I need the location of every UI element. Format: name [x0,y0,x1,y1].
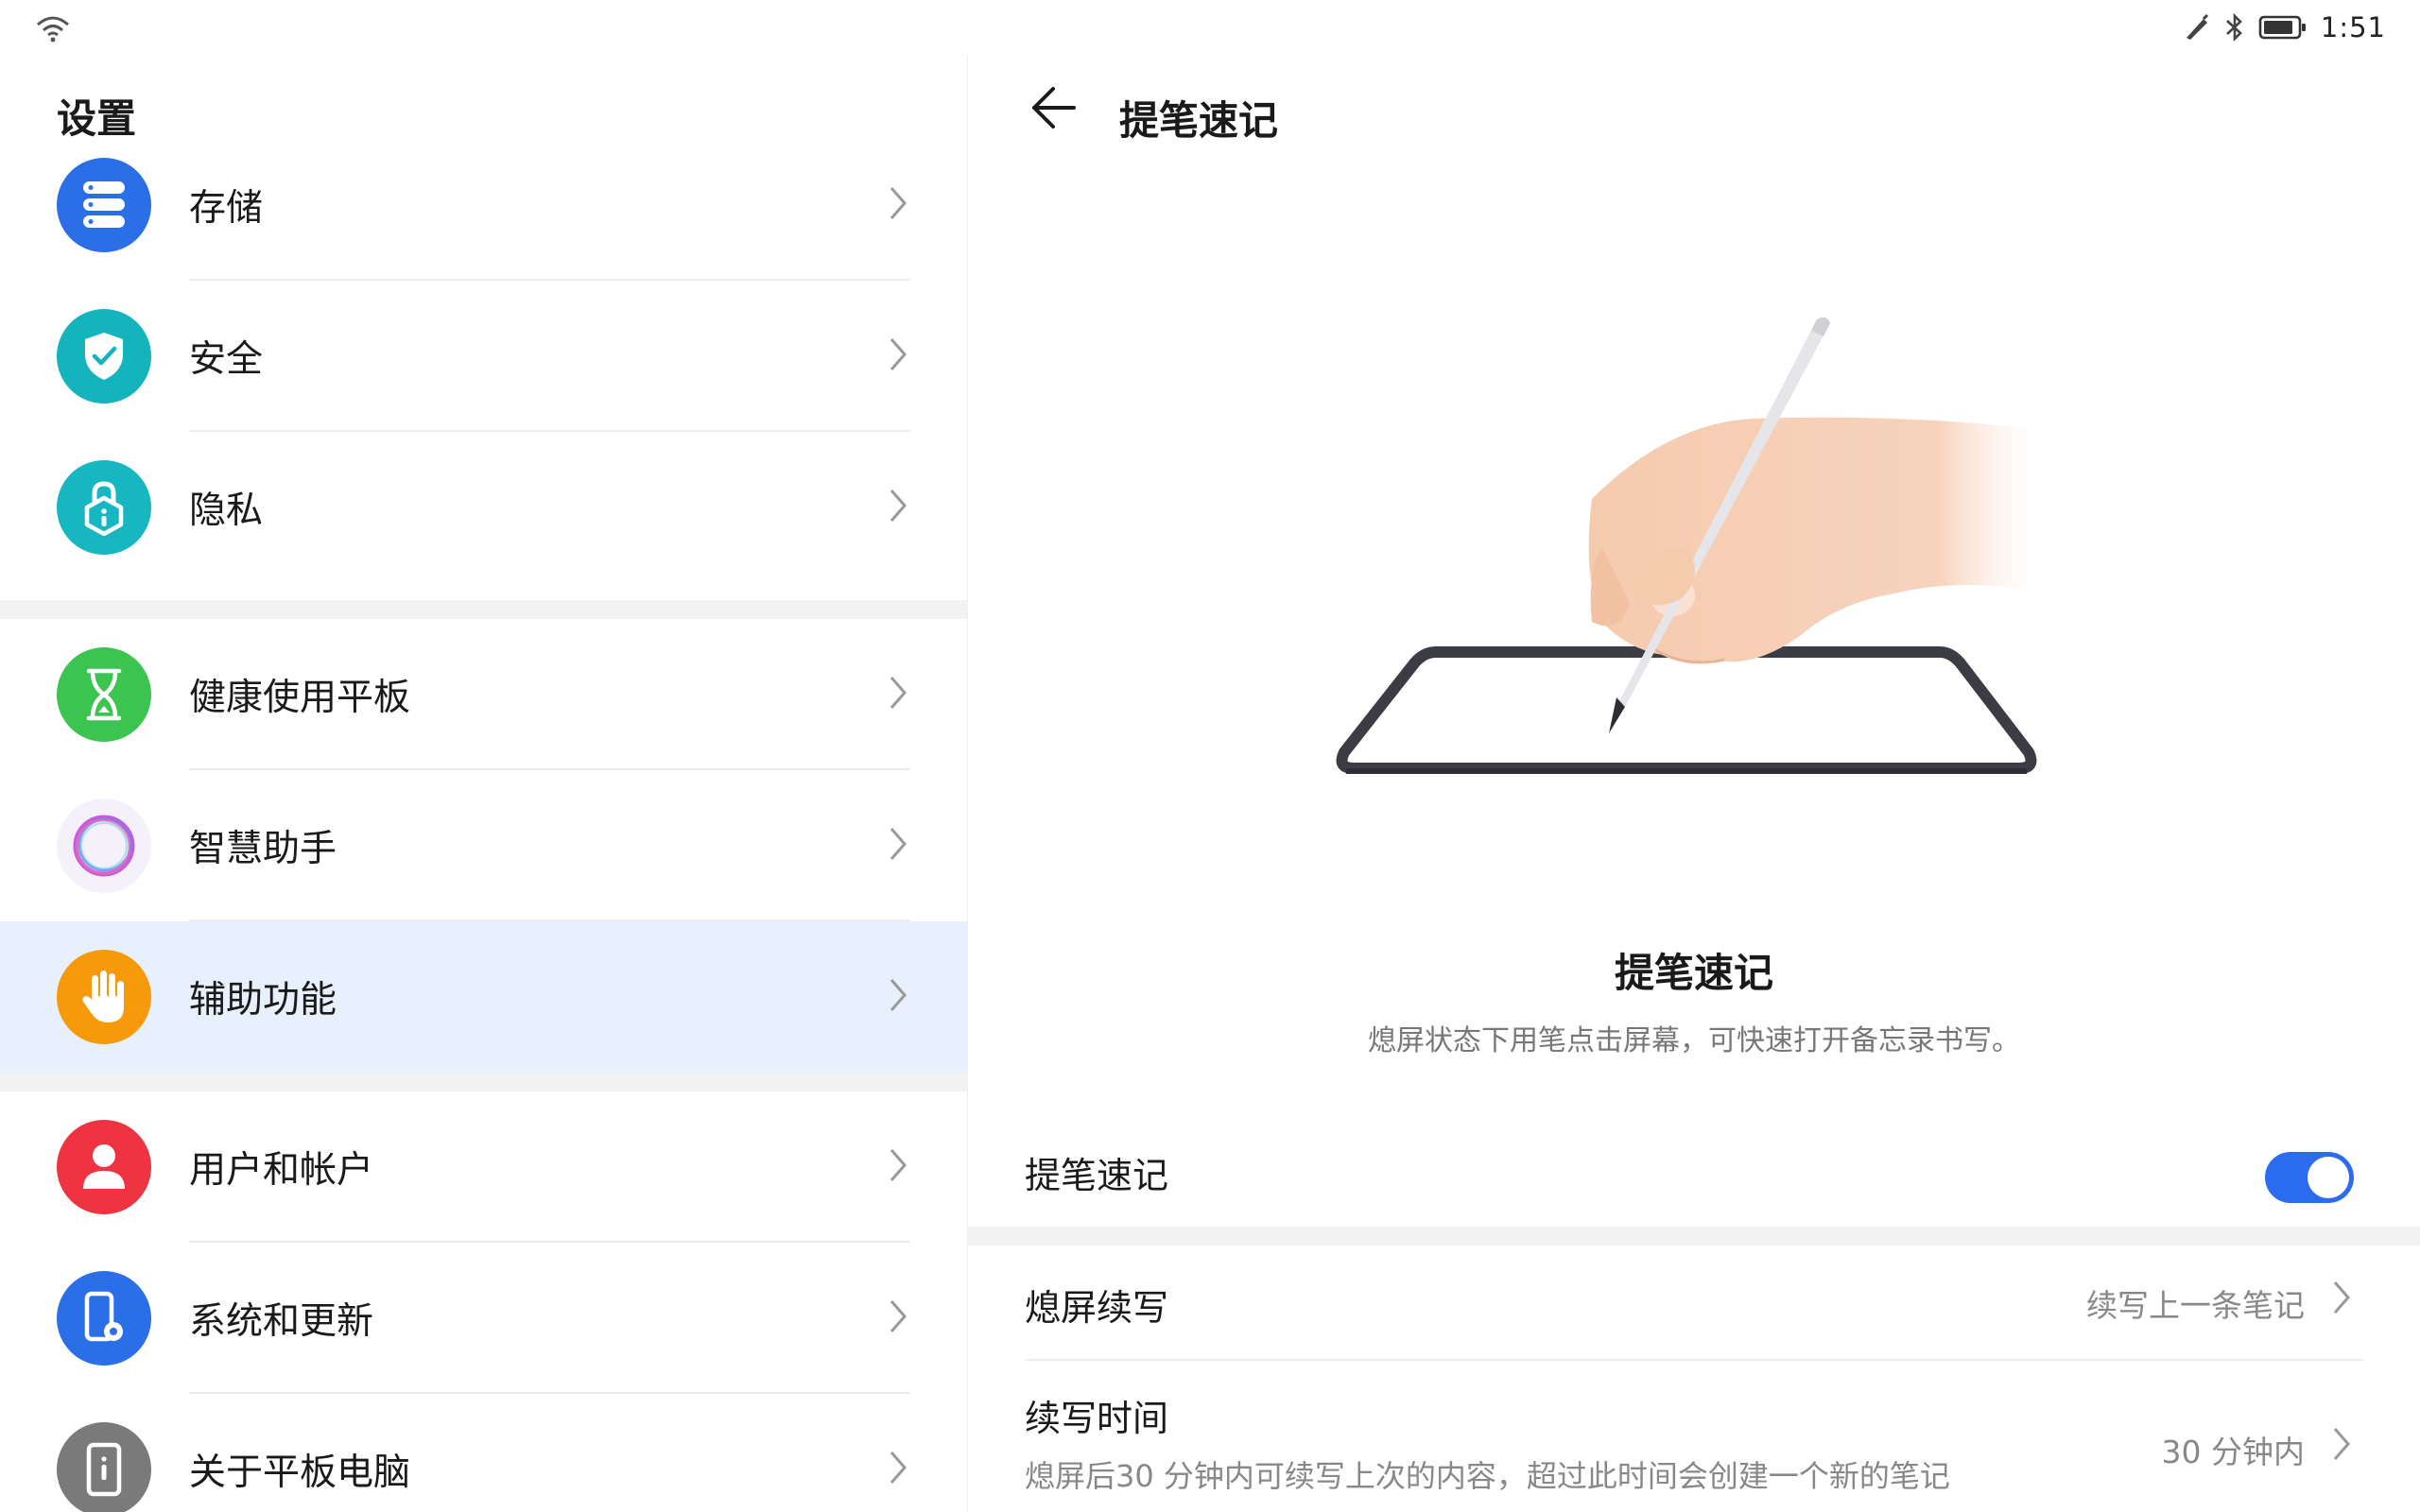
continue-value: 续写上一条笔记 [2086,1287,2305,1324]
settings-item-security[interactable]: 安全 [0,281,967,432]
chevron-right-icon [890,677,907,709]
section-gap [0,1073,967,1091]
settings-item-system-update[interactable]: 系统和更新 [0,1243,967,1394]
feature-title: 提笔速记 [1614,950,1773,996]
settings-item-privacy[interactable]: 隐私 [0,432,967,583]
battery-icon [2258,15,2306,40]
hand-icon [57,950,151,1044]
chevron-right-icon [890,490,907,522]
clock: 1:51 [2320,11,2386,43]
assistant-ring-icon [57,799,151,893]
page-title: 提笔速记 [1119,97,1279,144]
divider [1025,1359,2363,1361]
settings-item-label: 用户和帐户 [189,1149,374,1192]
section-gap [0,600,967,619]
settings-list-pane: 设置 存储 安全 隐私 健康使用平板 智慧助手 辅助功能 用户和帐户 系统和更新… [0,55,967,1512]
chevron-right-icon [890,979,907,1011]
settings-item-users-accounts[interactable]: 用户和帐户 [0,1091,967,1243]
settings-item-label: 关于平板电脑 [189,1452,411,1494]
settings-item-digital-balance[interactable]: 健康使用平板 [0,619,967,770]
settings-item-accessibility[interactable]: 辅助功能 [0,921,967,1073]
bluetooth-icon [2225,13,2242,42]
detail-pane: 提笔速记 提笔速记 熄屏状态下用笔点击屏幕，可快速打开备忘录书写。 提笔速记 熄… [968,55,2420,1512]
time-value: 30 分钟内 [2161,1434,2305,1470]
chevron-right-icon [890,828,907,860]
pen-quick-note-switch[interactable] [2265,1152,2354,1203]
stylus-icon [2186,13,2208,40]
privacy-lock-icon [57,460,151,555]
continue-time-row[interactable]: 续写时间 熄屏后30 分钟内可续写上次的内容，超过此时间会创建一个新的笔记 30… [1025,1389,2363,1512]
status-bar: 1:51 [0,0,2420,55]
chevron-right-icon [890,1300,907,1332]
system-update-icon [57,1271,151,1366]
feature-description: 熄屏状态下用笔点击屏幕，可快速打开备忘录书写。 [1368,1024,2020,1057]
settings-item-label: 系统和更新 [189,1300,374,1343]
settings-item-label: 辅助功能 [189,979,337,1022]
chevron-right-icon [890,1149,907,1181]
toggle-label: 提笔速记 [1025,1155,1169,1196]
hand-writing-illustration [1336,317,2037,774]
pen-quick-note-toggle-row[interactable]: 提笔速记 [1025,1146,2363,1212]
settings-item-label: 智慧助手 [189,828,337,870]
chevron-right-icon [890,338,907,370]
settings-item-label: 健康使用平板 [189,677,411,719]
hourglass-icon [57,647,151,742]
settings-item-storage[interactable]: 存储 [0,129,967,281]
shield-icon [57,309,151,404]
user-icon [57,1120,151,1214]
section-gap [968,1227,2420,1246]
chevron-right-icon [2333,1428,2350,1460]
settings-item-label: 安全 [189,338,264,381]
wifi-icon [37,16,69,43]
storage-icon [57,158,151,252]
settings-item-label: 隐私 [189,490,264,532]
tablet-info-icon [57,1422,151,1512]
chevron-right-icon [890,187,907,219]
back-arrow-icon[interactable] [1025,81,1078,134]
screen-off-continue-row[interactable]: 熄屏续写 续写上一条笔记 [1025,1279,2363,1345]
chevron-right-icon [890,1452,907,1484]
settings-item-about-tablet[interactable]: 关于平板电脑 [0,1394,967,1512]
settings-item-label: 存储 [189,187,264,230]
settings-item-smart-assistant[interactable]: 智慧助手 [0,770,967,921]
chevron-right-icon [2333,1281,2350,1314]
switch-knob [2308,1157,2349,1198]
